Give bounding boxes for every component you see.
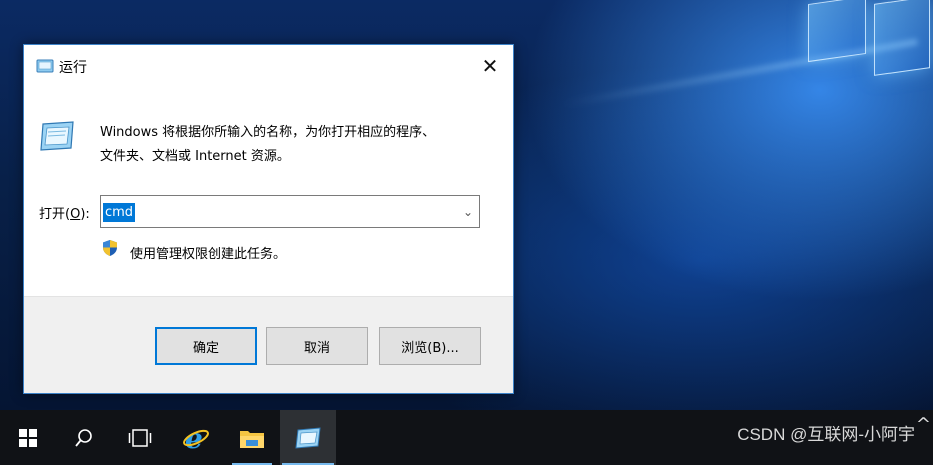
- close-icon: ✕: [481, 54, 499, 78]
- search-icon: [75, 428, 92, 447]
- csdn-watermark: CSDN @互联网-小阿宇: [737, 425, 915, 444]
- wallpaper-logo-pane: [808, 0, 866, 63]
- dialog-footer: 确定 取消 浏览(B)...: [24, 296, 513, 393]
- windows-start-icon: [19, 428, 37, 447]
- dialog-description: Windows 将根据你所输入的名称，为你打开相应的程序、 文件夹、文档或 In…: [100, 125, 436, 164]
- uac-shield-icon: [103, 240, 117, 256]
- taskbar-file-explorer[interactable]: [224, 410, 280, 465]
- wallpaper-logo-pane: [874, 0, 930, 76]
- open-label: 打开(O):: [39, 203, 90, 222]
- ok-button[interactable]: 确定: [155, 327, 257, 365]
- open-input-selected-text: cmd: [103, 203, 136, 222]
- dialog-body: Windows 将根据你所输入的名称，为你打开相应的程序、 文件夹、文档或 In…: [24, 87, 513, 297]
- run-app-icon: [40, 121, 74, 151]
- file-explorer-icon: [240, 430, 264, 448]
- run-dialog-icon: [295, 426, 321, 449]
- internet-explorer-icon: e: [183, 424, 209, 452]
- open-label-suffix: ):: [80, 207, 90, 222]
- taskbar-run-dialog[interactable]: [280, 410, 336, 465]
- task-view-button[interactable]: [112, 410, 168, 465]
- open-combobox[interactable]: cmd ⌄: [100, 195, 480, 228]
- start-button[interactable]: [0, 410, 56, 465]
- cancel-button[interactable]: 取消: [266, 327, 368, 365]
- tray-chevron-up-icon[interactable]: ^: [916, 414, 931, 435]
- taskbar-internet-explorer[interactable]: e: [168, 410, 224, 465]
- dialog-titlebar[interactable]: 运行 ✕: [24, 45, 513, 87]
- admin-note: 使用管理权限创建此任务。: [130, 247, 287, 262]
- run-dialog: 运行 ✕ Windows 将根据你所输入的名称，为你打开相应的程序、 文件夹、文…: [23, 44, 514, 394]
- dialog-title: 运行: [59, 60, 87, 76]
- search-button[interactable]: [56, 410, 112, 465]
- open-label-accesskey: O: [70, 207, 81, 222]
- open-label-prefix: 打开(: [39, 207, 71, 222]
- open-input[interactable]: [101, 196, 457, 227]
- browse-button[interactable]: 浏览(B)...: [379, 327, 481, 365]
- close-button[interactable]: ✕: [467, 45, 513, 87]
- chevron-down-icon[interactable]: ⌄: [457, 196, 479, 227]
- task-view-icon: [128, 428, 152, 447]
- run-app-icon: [36, 59, 54, 73]
